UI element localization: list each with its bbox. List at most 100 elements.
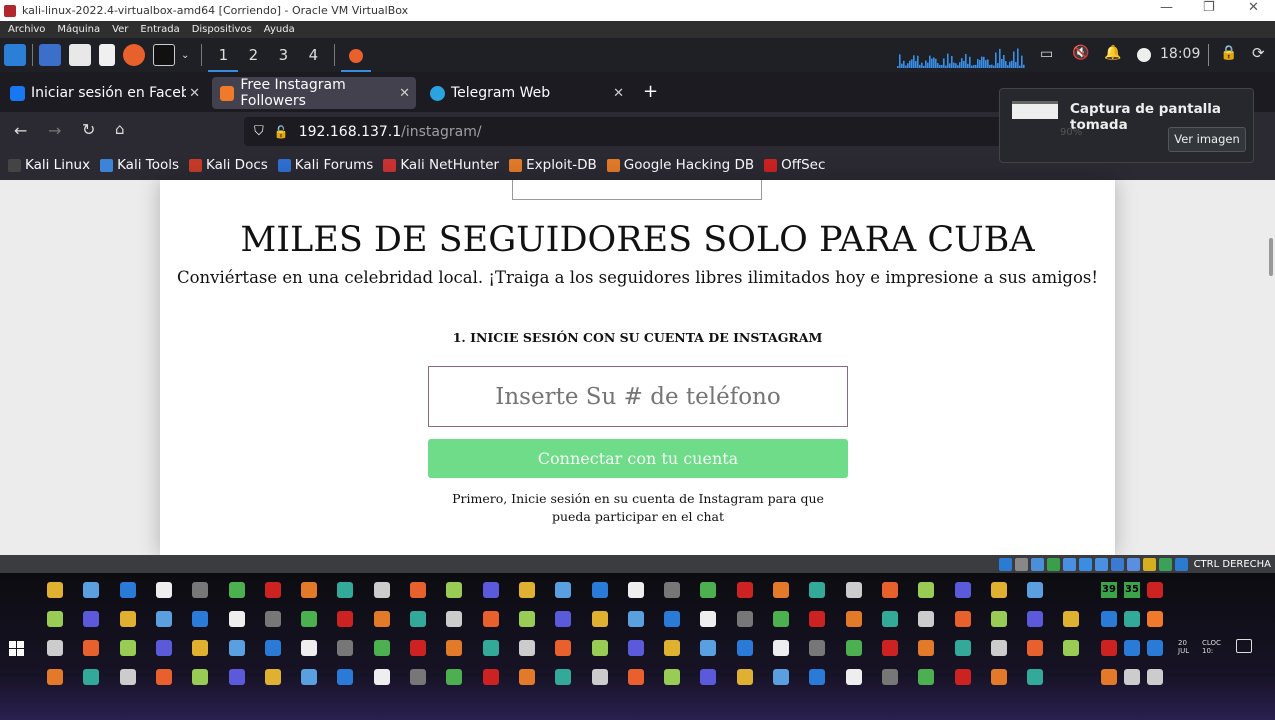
desktop-app-icon[interactable]: [881, 669, 898, 685]
desktop-app-icon[interactable]: [881, 611, 898, 627]
desktop-app-icon[interactable]: [410, 582, 426, 598]
desktop-app-icon[interactable]: [954, 669, 971, 685]
back-icon[interactable]: ←: [14, 121, 27, 140]
close-tab-icon[interactable]: ✕: [613, 86, 624, 101]
menu-ayuda[interactable]: Ayuda: [264, 24, 295, 35]
desktop-app-icon[interactable]: [627, 611, 644, 627]
terminal-icon[interactable]: [153, 44, 175, 66]
desktop-app-icon[interactable]: [155, 669, 172, 685]
menu-ver[interactable]: Ver: [112, 24, 128, 35]
desktop-app-icon[interactable]: [809, 582, 826, 598]
close-tab-icon[interactable]: ✕: [399, 86, 410, 101]
phone-input[interactable]: [428, 366, 848, 427]
firefox-icon[interactable]: [123, 44, 145, 66]
desktop-app-icon[interactable]: [482, 611, 499, 627]
desktop-app-icon[interactable]: [446, 669, 463, 685]
desktop-app-icon[interactable]: [736, 669, 753, 685]
desktop-app-icon[interactable]: [337, 582, 354, 598]
desktop-app-icon[interactable]: [337, 640, 354, 656]
vbox-status-icon[interactable]: [1014, 557, 1028, 571]
desktop-app-icon[interactable]: [954, 582, 971, 598]
tray-icon[interactable]: [1101, 611, 1117, 627]
desktop-app-icon[interactable]: [773, 640, 789, 656]
desktop-app-icon[interactable]: [119, 582, 136, 598]
windows-start-icon[interactable]: [9, 641, 24, 656]
desktop-app-icon[interactable]: [591, 669, 608, 685]
scrollbar[interactable]: [1269, 238, 1273, 276]
desktop-app-icon[interactable]: [47, 669, 63, 685]
desktop-app-icon[interactable]: [881, 582, 898, 598]
desktop-app-icon[interactable]: [773, 669, 789, 685]
vbox-status-icon[interactable]: [1062, 557, 1076, 571]
desktop-app-icon[interactable]: [555, 582, 572, 598]
desktop-app-icon[interactable]: [1027, 669, 1044, 685]
desktop-app-icon[interactable]: [373, 640, 390, 656]
desktop-app-icon[interactable]: [228, 669, 245, 685]
desktop-app-icon[interactable]: [83, 669, 100, 685]
text-editor-icon[interactable]: [99, 44, 115, 66]
clock[interactable]: 18:09: [1160, 46, 1200, 62]
desktop-app-icon[interactable]: [845, 611, 862, 627]
desktop-app-icon[interactable]: [119, 640, 136, 656]
desktop-app-icon[interactable]: [228, 640, 245, 656]
bell-icon[interactable]: 🔔: [1104, 45, 1121, 61]
desktop-app-icon[interactable]: [192, 669, 209, 685]
desktop-app-icon[interactable]: [664, 582, 681, 598]
desktop-app-icon[interactable]: [627, 669, 644, 685]
desktop-app-icon[interactable]: [700, 582, 717, 598]
desktop-app-icon[interactable]: [555, 640, 572, 656]
desktop-app-icon[interactable]: [591, 582, 608, 598]
desktop-app-icon[interactable]: [700, 611, 717, 627]
tray-icon[interactable]: [1147, 640, 1163, 656]
desktop-app-icon[interactable]: [518, 582, 535, 598]
desktop-app-icon[interactable]: [664, 669, 681, 685]
desktop-app-icon[interactable]: [555, 669, 572, 685]
desktop-app-icon[interactable]: [482, 640, 499, 656]
desktop-app-icon[interactable]: [410, 640, 426, 656]
desktop-app-icon[interactable]: [264, 669, 281, 685]
desktop-app-icon[interactable]: [446, 582, 463, 598]
bookmark-kali-docs[interactable]: Kali Docs: [189, 157, 268, 173]
desktop-app-icon[interactable]: [410, 611, 426, 627]
desktop-app-icon[interactable]: [918, 640, 935, 656]
workspace-2[interactable]: 2: [238, 38, 268, 72]
desktop-app-icon[interactable]: [918, 669, 935, 685]
power-manager-icon[interactable]: [1137, 48, 1151, 62]
desktop-app-icon[interactable]: [845, 640, 862, 656]
desktop-app-icon[interactable]: [264, 611, 281, 627]
desktop-app-icon[interactable]: [918, 611, 935, 627]
badge-39[interactable]: 39: [1101, 582, 1117, 598]
desktop-app-icon[interactable]: [773, 582, 789, 598]
tab-telegram[interactable]: Telegram Web ✕: [422, 77, 630, 109]
desktop-app-icon[interactable]: [1027, 611, 1044, 627]
desktop-app-icon[interactable]: [301, 669, 318, 685]
bookmark-google-hacking-db[interactable]: Google Hacking DB: [606, 157, 754, 173]
view-image-button[interactable]: Ver imagen: [1168, 127, 1246, 152]
close-tab-icon[interactable]: ✕: [189, 86, 200, 101]
minimize-button[interactable]: —: [1160, 0, 1173, 15]
desktop-app-icon[interactable]: [192, 611, 209, 627]
vbox-status-icon[interactable]: [1094, 557, 1108, 571]
desktop-app-icon[interactable]: [301, 611, 318, 627]
desktop-app-icon[interactable]: [337, 669, 354, 685]
tray-icon[interactable]: [1124, 611, 1140, 627]
reload-icon[interactable]: ↻: [82, 120, 95, 139]
vbox-status-icon[interactable]: [1030, 557, 1044, 571]
desktop-app-icon[interactable]: [954, 640, 971, 656]
desktop-app-icon[interactable]: [1063, 611, 1080, 627]
desktop-app-icon[interactable]: [664, 611, 681, 627]
desktop-app-icon[interactable]: [990, 611, 1007, 627]
bookmark-kali-linux[interactable]: Kali Linux: [8, 157, 90, 173]
desktop-app-icon[interactable]: [47, 640, 63, 656]
desktop-app-icon[interactable]: [627, 582, 644, 598]
desktop-app-icon[interactable]: [373, 611, 390, 627]
desktop-app-icon[interactable]: [83, 611, 100, 627]
desktop-app-icon[interactable]: [954, 611, 971, 627]
desktop-app-icon[interactable]: [518, 669, 535, 685]
bookmark-kali-nethunter[interactable]: Kali NetHunter: [383, 157, 499, 173]
desktop-app-icon[interactable]: [301, 582, 318, 598]
desktop-app-icon[interactable]: [446, 611, 463, 627]
new-tab-button[interactable]: +: [643, 81, 658, 102]
desktop-app-icon[interactable]: [373, 582, 390, 598]
tray-icon[interactable]: [1101, 669, 1117, 685]
